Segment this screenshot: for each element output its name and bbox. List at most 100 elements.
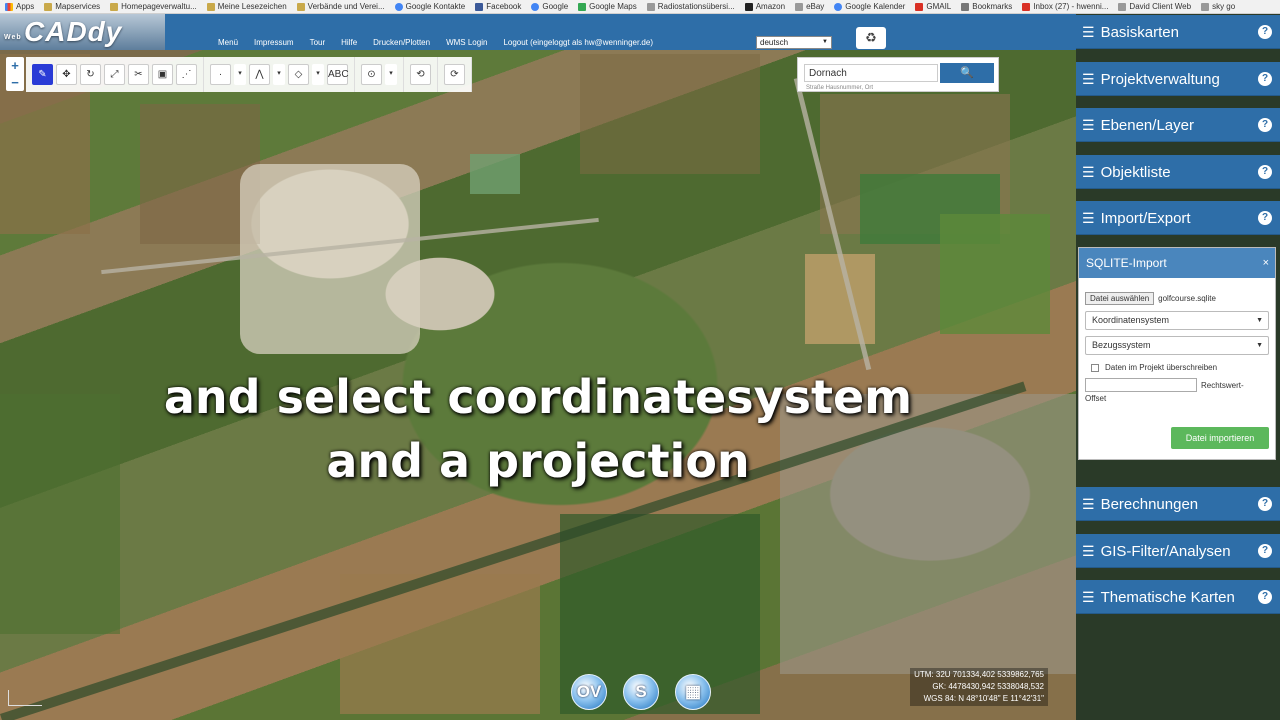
- maps-icon: [578, 2, 587, 11]
- help-icon[interactable]: ?: [1258, 497, 1272, 511]
- panel-item[interactable]: ☰ Thematische Karten?: [1076, 580, 1280, 615]
- caption-line-1: and select coordinatesystem: [163, 370, 913, 424]
- chevron-down-icon[interactable]: ▾: [385, 64, 397, 85]
- help-icon[interactable]: ?: [1258, 543, 1272, 558]
- bookmark-item[interactable]: Homepageverwaltu...: [105, 2, 202, 11]
- chevron-down-icon[interactable]: ▾: [273, 64, 285, 85]
- panel-item[interactable]: ☰ Basiskarten?: [1076, 15, 1280, 49]
- tool-button[interactable]: ·: [210, 64, 231, 85]
- tool-button[interactable]: ⟳: [444, 64, 465, 85]
- bookmark-item[interactable]: Apps: [0, 2, 39, 11]
- menu-item[interactable]: Drucken/Plotten: [365, 38, 438, 47]
- menu-item[interactable]: Hilfe: [333, 38, 365, 47]
- hamburger-icon: ☰: [1082, 542, 1095, 559]
- help-icon[interactable]: ?: [1258, 71, 1272, 86]
- tool-button[interactable]: ⟲: [410, 64, 431, 85]
- tool-button[interactable]: ◇: [288, 64, 309, 85]
- panel-item[interactable]: ☰ Objektliste?: [1076, 154, 1280, 189]
- bookmark-item[interactable]: Meine Lesezeichen: [202, 2, 292, 11]
- tool-button[interactable]: ▣: [152, 64, 173, 85]
- apps-icon: [5, 2, 13, 11]
- tool-button[interactable]: ⊙: [361, 64, 382, 85]
- bookmark-item[interactable]: Bookmarks: [956, 2, 1017, 11]
- toolbar-group1: ✎ ✥ ↻ ⤢ ✂ ▣ ⋰: [26, 57, 204, 92]
- bookmark-label: Facebook: [486, 2, 522, 11]
- chevron-down-icon[interactable]: ▾: [312, 64, 324, 85]
- aerial-map[interactable]: [0, 14, 1076, 720]
- zoom-out-button[interactable]: −: [6, 74, 24, 91]
- menu-item[interactable]: Menü: [210, 38, 246, 47]
- recycle-icon[interactable]: ♻: [856, 27, 886, 49]
- panel-item[interactable]: ☰ Ebenen/Layer?: [1076, 108, 1280, 143]
- folder-icon: [44, 2, 53, 11]
- chevron-down-icon: ▼: [1256, 342, 1263, 349]
- help-icon[interactable]: ?: [1258, 118, 1272, 133]
- gray-icon: [1118, 2, 1127, 11]
- overwrite-checkbox[interactable]: [1091, 363, 1099, 372]
- tool-button[interactable]: ⋀: [249, 64, 270, 85]
- help-icon[interactable]: ?: [1258, 25, 1272, 39]
- tool-button[interactable]: ⤢: [104, 64, 125, 85]
- chevron-down-icon[interactable]: ▾: [234, 64, 246, 85]
- caddy-logo[interactable]: Web CADdy: [0, 14, 165, 50]
- panel-item[interactable]: ☰ GIS-Filter/Analysen?: [1076, 533, 1280, 568]
- choose-file-button[interactable]: Datei auswählen: [1085, 292, 1155, 305]
- bookmark-item[interactable]: Google Kontakte: [390, 2, 471, 11]
- bookmark-item[interactable]: Mapservices: [39, 2, 105, 11]
- bookmark-item[interactable]: David Client Web: [1113, 2, 1196, 11]
- import-file-button[interactable]: Datei importieren: [1171, 427, 1269, 449]
- wgs84-coordinates: WGS 84: N 48°10'48" E 11°42'31": [923, 694, 1044, 703]
- menu-item[interactable]: Tour: [302, 38, 334, 47]
- bookmark-item[interactable]: Radiostationsübersi...: [642, 2, 740, 11]
- zoom-in-button[interactable]: +: [6, 57, 24, 74]
- tool-button[interactable]: ⋰: [176, 64, 197, 85]
- help-icon[interactable]: ?: [1258, 590, 1272, 605]
- bookmark-item[interactable]: Google: [526, 2, 573, 11]
- bookmark-item[interactable]: Facebook: [470, 2, 526, 11]
- bookmark-label: Google Maps: [589, 2, 637, 11]
- tool-button[interactable]: ✥: [56, 64, 77, 85]
- bookmark-item[interactable]: Verbände und Verei...: [292, 2, 390, 11]
- menu-item[interactable]: WMS Login: [438, 38, 495, 47]
- hamburger-icon: ☰: [1082, 24, 1095, 40]
- panel-item[interactable]: ☰ Import/Export?: [1076, 201, 1280, 236]
- search-button[interactable]: 🔍: [940, 63, 994, 83]
- panel-item-label: GIS-Filter/Analysen: [1100, 542, 1231, 560]
- language-select[interactable]: deutsch ▼: [756, 36, 832, 49]
- tool-button[interactable]: ↻: [80, 64, 101, 85]
- overview-button[interactable]: OV: [571, 674, 607, 710]
- menu-item[interactable]: Impressum: [246, 38, 302, 47]
- panel-item[interactable]: ☰ Projektverwaltung?: [1076, 61, 1280, 96]
- drawing-toolbar: ✎ ✥ ↻ ⤢ ✂ ▣ ⋰ · ▾ ⋀ ▾ ◇ ▾ ABC ⊙ ▾ ⟲ ⟳: [26, 57, 472, 92]
- bookmark-label: Amazon: [755, 2, 786, 11]
- tool-button[interactable]: ✂: [128, 64, 149, 85]
- panel-item[interactable]: ☰ Berechnungen?: [1076, 487, 1280, 521]
- menu-item[interactable]: Logout (eingeloggt als hw@wenninger.de): [495, 38, 661, 47]
- bookmark-item[interactable]: Google Maps: [573, 2, 642, 11]
- folder-icon: [110, 2, 119, 11]
- g-icon: [531, 2, 540, 11]
- help-icon[interactable]: ?: [1258, 164, 1272, 179]
- s-button[interactable]: S: [623, 674, 659, 710]
- reference-system-select[interactable]: Bezugssystem ▼: [1085, 336, 1269, 355]
- measure-button[interactable]: ▦: [675, 674, 711, 710]
- logo-text: CADdy: [24, 16, 123, 47]
- panel-item-label: Thematische Karten: [1100, 589, 1235, 607]
- tool-button[interactable]: ✎: [32, 64, 53, 85]
- bookmark-item[interactable]: sky go: [1196, 2, 1240, 11]
- panel-item-label: Import/Export: [1100, 210, 1191, 228]
- coordinate-system-select[interactable]: Koordinatensystem ▼: [1085, 311, 1269, 330]
- bookmark-item[interactable]: Google Kalender: [829, 2, 910, 11]
- bookmark-item[interactable]: eBay: [790, 2, 829, 11]
- tool-button[interactable]: ABC: [327, 64, 349, 85]
- bookmark-label: Google Kontakte: [405, 2, 466, 11]
- help-icon[interactable]: ?: [1258, 211, 1272, 226]
- bookmark-item[interactable]: Amazon: [740, 2, 790, 11]
- main-menu: Menü Impressum Tour Hilfe Drucken/Plotten WMS…: [210, 38, 661, 47]
- bookmark-item[interactable]: Inbox (27) - hwenni...: [1017, 2, 1113, 11]
- offset-input[interactable]: [1085, 378, 1197, 392]
- close-icon[interactable]: ×: [1263, 248, 1269, 278]
- gray-icon: [795, 2, 804, 11]
- search-input[interactable]: [804, 64, 938, 82]
- bookmark-item[interactable]: GMAIL: [910, 2, 956, 11]
